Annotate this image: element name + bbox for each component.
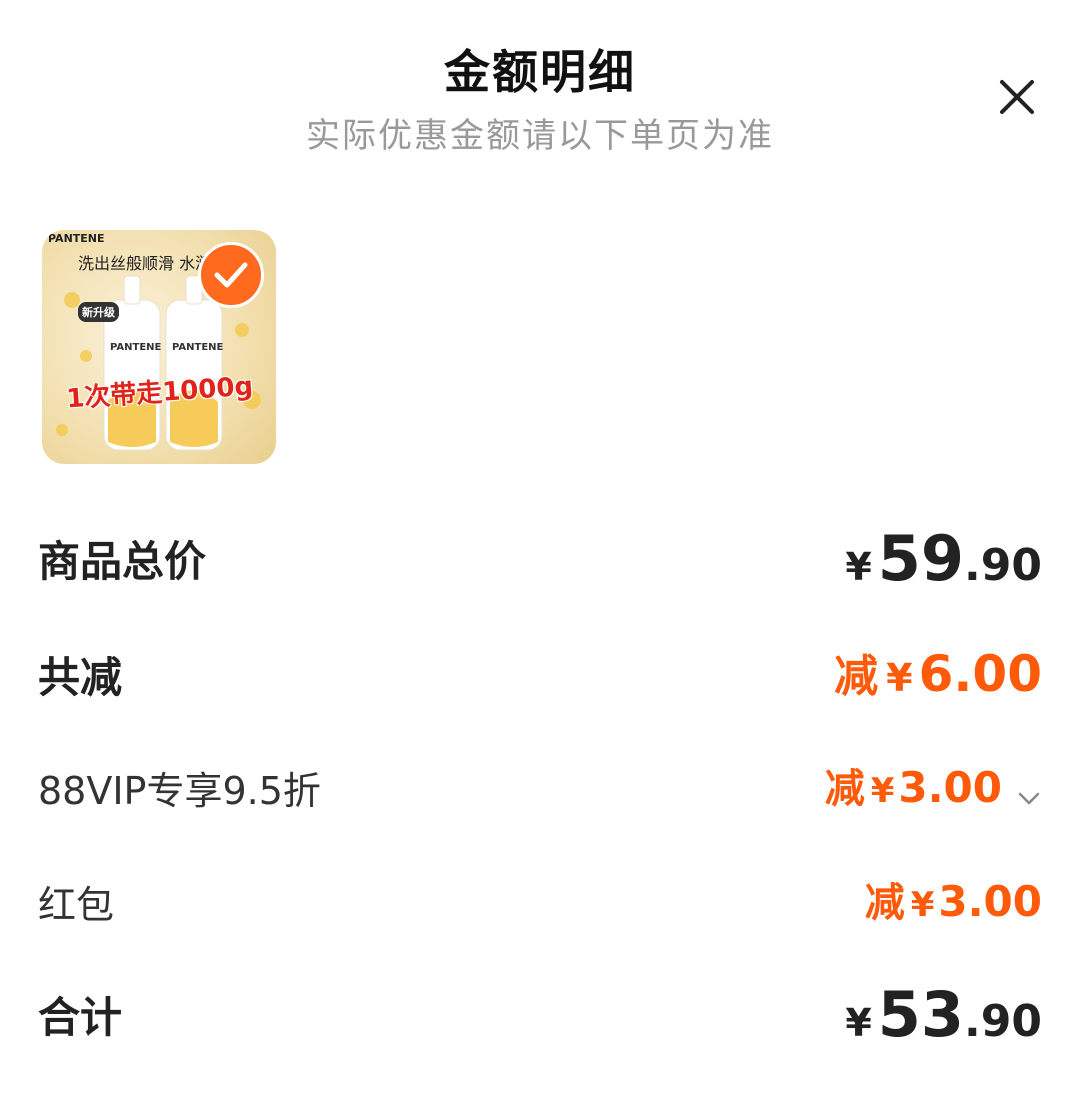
total-row: 合计 ¥53.90 — [38, 978, 1042, 1051]
total-int: 53 — [877, 978, 965, 1051]
currency-symbol: ¥ — [886, 656, 913, 700]
currency-symbol: ¥ — [910, 885, 935, 925]
subtotal-value: ¥59.90 — [845, 522, 1042, 595]
vip-discount-label: 88VIP专享9.5折 — [38, 769, 321, 813]
currency-symbol: ¥ — [845, 1001, 872, 1045]
discount-prefix: 减 — [824, 766, 865, 812]
redpacket-label: 红包 — [38, 883, 115, 927]
product-brand: PANTENE — [48, 232, 105, 245]
total-label: 合计 — [38, 993, 123, 1042]
product-tagline: 洗出丝般顺滑 水润 — [78, 254, 212, 273]
total-discount-amount: 6.00 — [918, 645, 1042, 703]
close-icon[interactable] — [992, 72, 1042, 122]
bottle-label-right: PANTENE — [172, 342, 224, 353]
redpacket-row: 红包 减 ¥3.00 — [38, 870, 1042, 930]
total-dec: .90 — [964, 996, 1042, 1047]
subtotal-label: 商品总价 — [38, 537, 207, 586]
total-value: ¥53.90 — [845, 978, 1042, 1051]
vip-discount-value: 减 ¥3.00 — [825, 756, 1042, 814]
total-discount-label: 共减 — [38, 653, 123, 702]
bottle-label-left: PANTENE — [110, 342, 162, 353]
vip-discount-amount: 3.00 — [898, 763, 1002, 812]
currency-symbol: ¥ — [870, 771, 895, 811]
discount-prefix: 减 — [864, 880, 905, 926]
redpacket-amount: 3.00 — [938, 877, 1042, 926]
vip-discount-row[interactable]: 88VIP专享9.5折 减 ¥3.00 — [38, 756, 1042, 816]
redpacket-value: 减 ¥3.00 — [865, 870, 1042, 928]
sheet-subtitle: 实际优惠金额请以下单页为准 — [306, 116, 774, 156]
amount-detail-sheet: 金额明细 实际优惠金额请以下单页为准 PANTENE 洗出丝般顺滑 水润 新升级 — [0, 0, 1080, 1107]
chevron-down-icon[interactable] — [1016, 785, 1042, 811]
subtotal-row: 商品总价 ¥59.90 — [38, 522, 1042, 595]
product-badge-new: 新升级 — [78, 302, 119, 322]
discount-prefix: 减 — [834, 651, 879, 702]
sheet-title: 金额明细 — [444, 45, 636, 99]
total-discount-value: 减 ¥6.00 — [834, 640, 1042, 704]
subtotal-int: 59 — [877, 522, 965, 595]
check-icon[interactable] — [198, 242, 264, 308]
total-discount-row: 共减 减 ¥6.00 — [38, 638, 1042, 708]
subtotal-dec: .90 — [964, 540, 1042, 591]
currency-symbol: ¥ — [845, 545, 872, 589]
